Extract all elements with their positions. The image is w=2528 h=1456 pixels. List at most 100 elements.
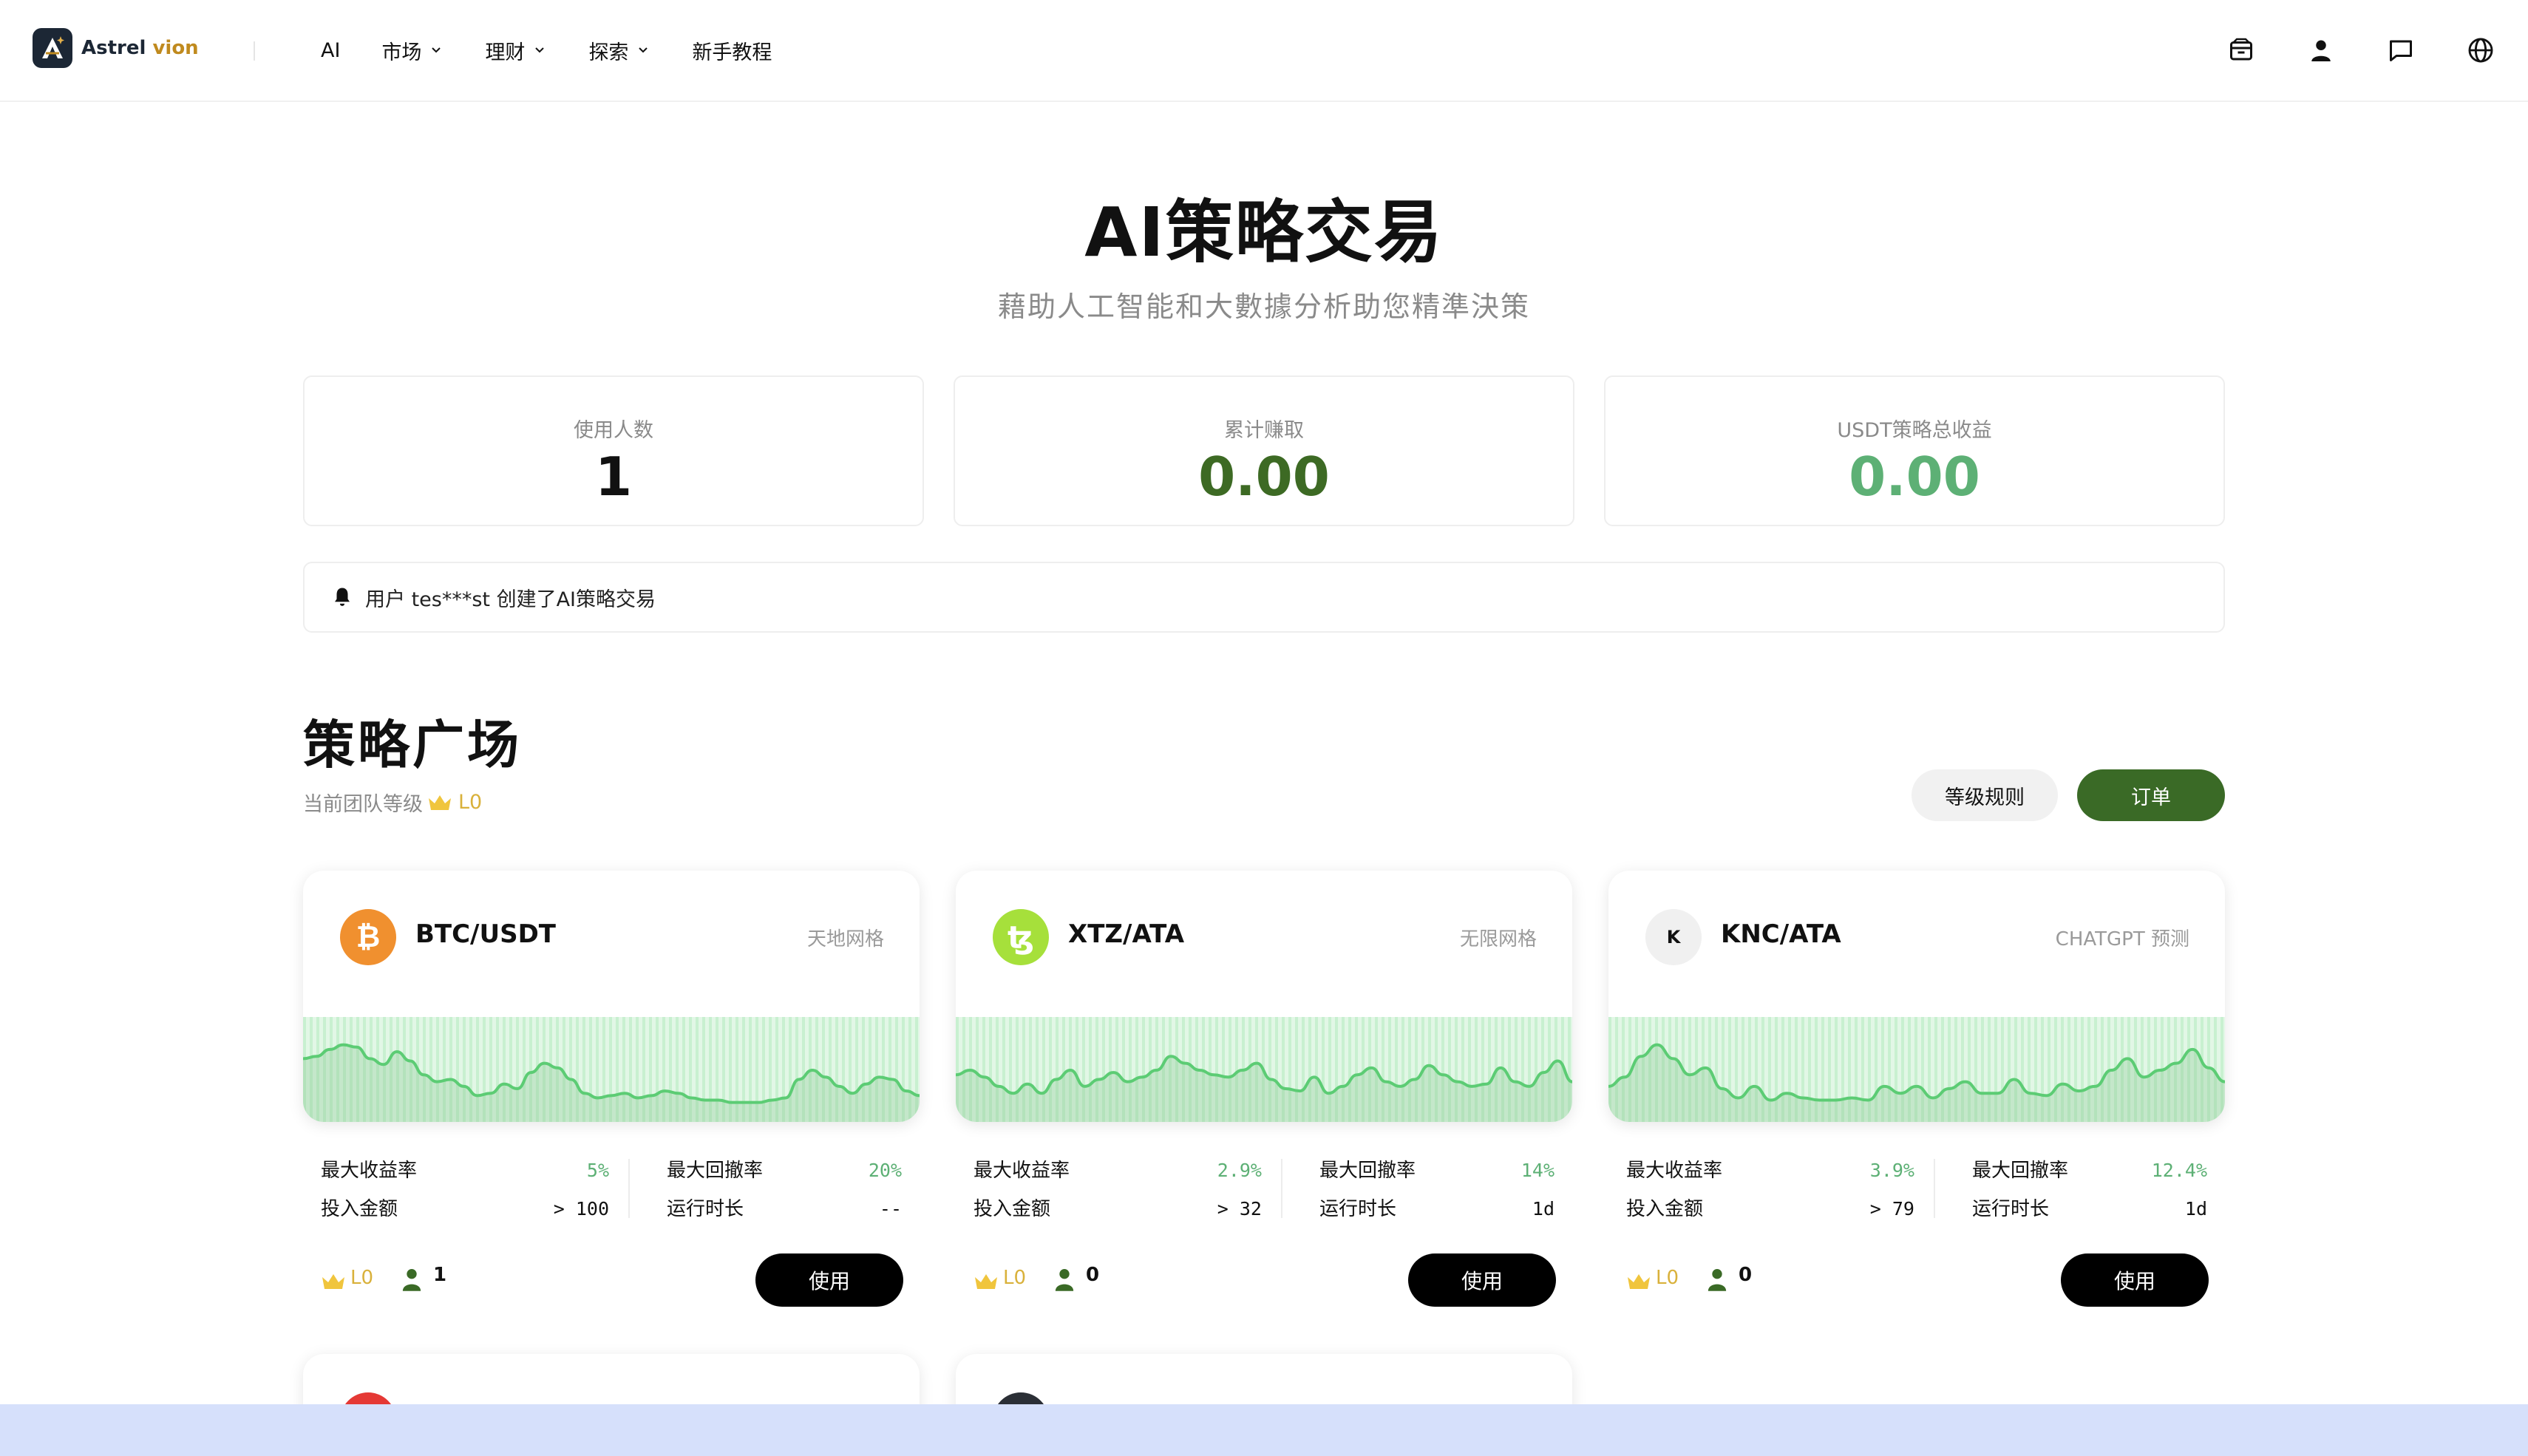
- max-drawdown-value: 12.4%: [2151, 1160, 2207, 1181]
- trading-pair: KNC/ATA: [1721, 919, 1841, 949]
- user-count: 0: [1086, 1264, 1100, 1286]
- card-footer: L0 0 使用: [1608, 1253, 2225, 1308]
- team-level: 当前团队等级 L0: [303, 788, 482, 817]
- logo-icon: [33, 28, 72, 68]
- card-header: ꜩ XTZ/ATA 无限网格: [956, 871, 1572, 987]
- stats-row: 使用人数 1 累计赚取 0.00 USDT策略总收益 0.00: [303, 375, 2225, 526]
- menu-item-market[interactable]: 市场: [381, 36, 444, 65]
- stat-earned: 累计赚取 0.00: [954, 375, 1574, 526]
- metric-label: 投入金额: [321, 1198, 398, 1220]
- crown-icon: [1628, 1274, 1650, 1289]
- stat-label: 累计赚取: [1224, 419, 1304, 442]
- card-header: ₿ BTC/USDT 天地网格: [303, 871, 920, 987]
- menu-item-ai[interactable]: AI: [321, 39, 340, 62]
- strategy-type: 无限网格: [1459, 928, 1537, 950]
- message-icon[interactable]: [2383, 33, 2419, 68]
- card-metrics: 最大收益率 5% 投入金额 > 100 最大回撤率 20% 运行时长 --: [303, 1151, 920, 1220]
- page-subtitle: 藉助人工智能和大數據分析助您精準決策: [997, 290, 1530, 323]
- notice-bar: 用户 tes***st 创建了AI策略交易: [303, 562, 2225, 633]
- order-button[interactable]: 订单: [2077, 769, 2225, 821]
- use-strategy-button[interactable]: 使用: [2061, 1253, 2209, 1307]
- crown-icon: [429, 795, 451, 810]
- team-level-label: 当前团队等级: [303, 793, 423, 816]
- required-level: L0: [1003, 1267, 1027, 1289]
- card-header: K KNC/ATA CHATGPT 预测: [1608, 871, 2225, 987]
- runtime-value: --: [879, 1198, 902, 1219]
- metric-divider: [1934, 1159, 1935, 1218]
- bitcoin-icon: ₿: [340, 909, 396, 965]
- trading-pair: BTC/USDT: [415, 919, 556, 949]
- chevron-down-icon: [535, 47, 545, 53]
- metric-label: 最大回撤率: [1972, 1160, 2069, 1182]
- nav-icon-group: [2179, 33, 2498, 68]
- metric-label: 最大回撤率: [1319, 1160, 1416, 1182]
- metric-label: 运行时长: [667, 1198, 744, 1220]
- stat-label: USDT策略总收益: [1837, 419, 1992, 442]
- wallet-icon[interactable]: [2223, 33, 2259, 68]
- chevron-down-icon: [639, 47, 648, 53]
- top-navigation: Astrel vion AI 市场 理财 探索 新手教程: [0, 0, 2528, 102]
- invest-value: > 32: [1217, 1198, 1262, 1219]
- strategy-type: CHATGPT 预测: [2055, 928, 2189, 950]
- max-drawdown-value: 14%: [1520, 1160, 1554, 1181]
- max-drawdown-value: 20%: [868, 1160, 902, 1181]
- card-footer: L0 1 使用: [303, 1253, 920, 1308]
- section-title: 策略广场: [303, 715, 522, 775]
- metric-label: 投入金额: [1626, 1198, 1704, 1220]
- notice-text: 用户 tes***st 创建了AI策略交易: [365, 588, 656, 611]
- trading-pair: XTZ/ATA: [1068, 919, 1185, 949]
- metric-divider: [1281, 1159, 1282, 1218]
- bell-icon: [335, 588, 350, 606]
- metric-label: 最大收益率: [1626, 1160, 1723, 1182]
- metric-label: 运行时长: [1972, 1198, 2050, 1220]
- max-yield-value: 2.9%: [1217, 1160, 1262, 1181]
- team-level-value: L0: [458, 791, 483, 814]
- stat-value: 0.00: [1198, 446, 1330, 508]
- kyber-icon: K: [1645, 909, 1702, 965]
- stat-value: 1: [594, 446, 633, 508]
- card-metrics: 最大收益率 3.9% 投入金额 > 79 最大回撤率 12.4% 运行时长 1d: [1608, 1151, 2225, 1220]
- invest-value: > 100: [553, 1198, 609, 1219]
- required-level: L0: [350, 1267, 374, 1289]
- level-rules-button[interactable]: 等级规则: [1912, 769, 2058, 821]
- menu-item-finance[interactable]: 理财: [485, 36, 547, 65]
- strategy-type: 天地网格: [806, 928, 884, 950]
- strategy-card-btc[interactable]: ₿ BTC/USDT 天地网格: [303, 871, 920, 1122]
- strategy-card-xtz[interactable]: ꜩ XTZ/ATA 无限网格: [956, 871, 1572, 1122]
- card-metrics: 最大收益率 2.9% 投入金额 > 32 最大回撤率 14% 运行时长 1d: [956, 1151, 1572, 1220]
- use-strategy-button[interactable]: 使用: [1408, 1253, 1556, 1307]
- chevron-down-icon: [432, 47, 441, 53]
- user-count-icon: [1055, 1269, 1074, 1291]
- metric-label: 最大收益率: [321, 1160, 418, 1182]
- crown-icon: [975, 1274, 997, 1289]
- metric-label: 投入金额: [974, 1198, 1051, 1220]
- brand-logo[interactable]: Astrel vion: [33, 28, 199, 68]
- strategy-card-knc[interactable]: K KNC/ATA CHATGPT 预测: [1608, 871, 2225, 1122]
- user-count: 1: [433, 1264, 447, 1286]
- sparkline-chart: [956, 1017, 1572, 1122]
- metric-label: 最大收益率: [974, 1160, 1070, 1182]
- runtime-value: 1d: [2184, 1198, 2207, 1219]
- required-level: L0: [1656, 1267, 1679, 1289]
- stat-label: 使用人数: [574, 419, 653, 442]
- invest-value: > 79: [1869, 1198, 1914, 1219]
- nav-divider: [254, 41, 255, 61]
- bottom-banner: [0, 1404, 2528, 1456]
- user-icon[interactable]: [2303, 33, 2339, 68]
- menu-item-tutorial[interactable]: 新手教程: [692, 36, 772, 65]
- max-yield-value: 5%: [586, 1160, 609, 1181]
- globe-icon[interactable]: [2463, 33, 2498, 68]
- metric-label: 运行时长: [1319, 1198, 1397, 1220]
- use-strategy-button[interactable]: 使用: [755, 1253, 903, 1307]
- menu-item-explore[interactable]: 探索: [588, 36, 650, 65]
- stat-usdt-profit: USDT策略总收益 0.00: [1604, 375, 2225, 526]
- brand-name: Astrel vion: [81, 37, 199, 59]
- user-count: 0: [1739, 1264, 1753, 1286]
- card-footer: L0 0 使用: [956, 1253, 1572, 1308]
- sparkline-chart: [303, 1017, 920, 1122]
- metric-label: 最大回撤率: [667, 1160, 764, 1182]
- sparkline-chart: [1608, 1017, 2225, 1122]
- user-count-icon: [402, 1269, 421, 1291]
- main-menu: AI 市场 理财 探索 新手教程: [321, 34, 813, 67]
- metric-divider: [628, 1159, 630, 1218]
